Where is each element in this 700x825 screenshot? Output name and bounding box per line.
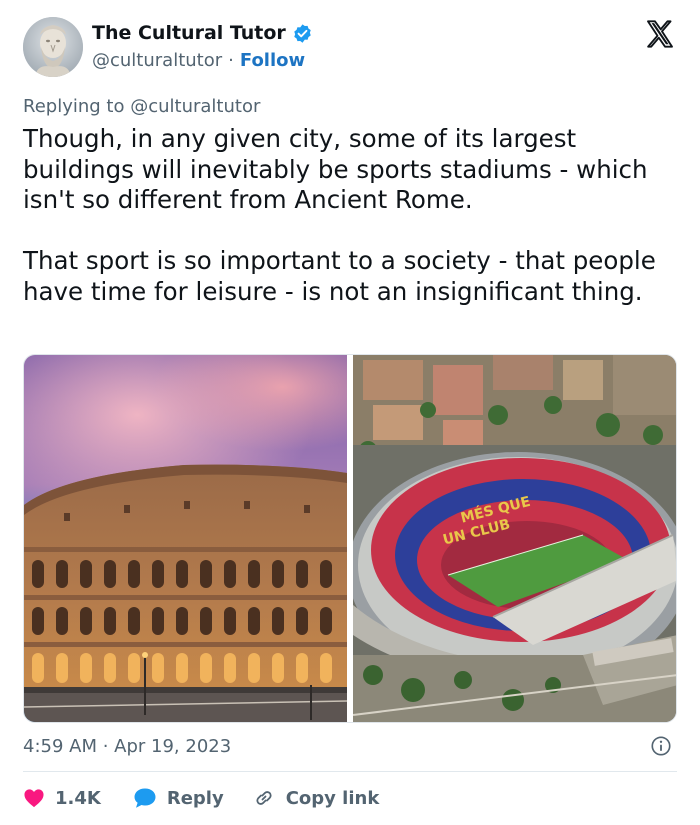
like-count: 1.4K xyxy=(55,787,101,809)
stadium-aerial-photo[interactable]: MÉS QUE UN CLUB xyxy=(353,355,677,723)
info-icon[interactable] xyxy=(650,735,672,757)
avatar[interactable] xyxy=(23,17,83,77)
reply-mention-link[interactable]: @culturaltutor xyxy=(130,96,260,117)
colosseum-photo[interactable] xyxy=(24,355,347,723)
reply-button[interactable]: Reply xyxy=(133,787,224,809)
action-bar: 1.4K Reply Copy link xyxy=(23,784,379,812)
reply-label: Reply xyxy=(166,787,224,809)
tweet-text: Though, in any given city, some of its l… xyxy=(23,124,683,307)
tweet-card: The Cultural Tutor @culturaltutor · Foll… xyxy=(0,0,700,825)
copy-link-label: Copy link xyxy=(285,787,380,809)
author-handle[interactable]: @culturaltutor xyxy=(92,50,222,71)
heart-icon xyxy=(24,789,44,808)
link-icon xyxy=(256,791,272,805)
follow-button[interactable]: Follow xyxy=(240,50,305,71)
tweet-timestamp[interactable]: 4:59 AM · Apr 19, 2023 xyxy=(23,736,231,757)
tweet-paragraph-2: That sport is so important to a society … xyxy=(23,246,664,306)
like-button[interactable]: 1.4K xyxy=(23,788,101,809)
author-name-row: The Cultural Tutor xyxy=(92,22,313,44)
speech-bubble-icon xyxy=(134,788,156,808)
copy-link-button[interactable]: Copy link xyxy=(252,786,380,810)
handle-row: @culturaltutor · Follow xyxy=(92,50,305,71)
replying-prefix: Replying to xyxy=(23,96,125,117)
replying-to-line: Replying to @culturaltutor xyxy=(23,96,260,117)
media-grid: MÉS QUE UN CLUB xyxy=(23,354,677,723)
verified-badge-icon xyxy=(294,23,311,43)
tweet-paragraph-1: Though, in any given city, some of its l… xyxy=(23,124,656,214)
bust-avatar-image xyxy=(23,17,83,77)
author-name[interactable]: The Cultural Tutor xyxy=(92,22,286,44)
divider xyxy=(23,771,677,772)
x-logo-icon[interactable] xyxy=(644,18,676,50)
handle-separator: · xyxy=(228,50,234,71)
